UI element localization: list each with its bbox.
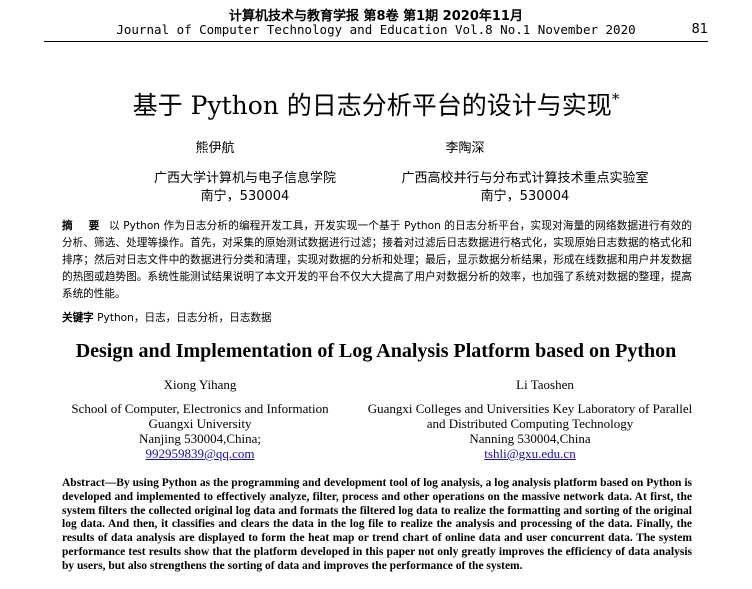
- abstract-cn-text: 以 Python 作为日志分析的编程开发工具，开发实现一个基于 Python 的…: [62, 220, 692, 300]
- keywords-cn-label: 关键字: [62, 312, 94, 324]
- author-en-1-affiliation-line2: Guangxi University: [148, 416, 252, 431]
- author-en-1-email-link[interactable]: 992959839@qq.com: [145, 446, 254, 461]
- author-en-1-affiliation-line1: School of Computer, Electronics and Info…: [71, 401, 329, 416]
- abstract-en: Abstract—By using Python as the programm…: [62, 477, 692, 574]
- author-en-1-email-row: 992959839@qq.com: [40, 446, 360, 462]
- author-cn-1-address: 南宁，530004: [200, 189, 290, 204]
- author-en-2-address: Nanning 530004,China: [469, 431, 591, 446]
- author-cn-1-name: 熊伊航: [195, 141, 235, 156]
- paper-title-cn: 基于 Python 的日志分析平台的设计与实现*: [0, 86, 752, 122]
- author-en-2-name: Li Taoshen: [516, 377, 574, 392]
- title-footnote-mark: *: [611, 90, 620, 108]
- author-en-2-email-link[interactable]: tshli@gxu.edu.cn: [484, 446, 575, 461]
- author-cn-2-affiliation: 广西高校并行与分布式计算技术重点实验室: [401, 171, 649, 186]
- author-en-1-address: Nanjing 530004,China;: [138, 431, 262, 446]
- page-number: 81: [691, 22, 708, 37]
- author-cn-2-name: 李陶深: [445, 141, 485, 156]
- paper-title-en: Design and Implementation of Log Analysi…: [75, 340, 677, 362]
- abstract-cn-label: 摘 要: [62, 220, 106, 232]
- author-en-1-name: Xiong Yihang: [163, 377, 237, 392]
- author-en-2-affiliation-line1: Guangxi Colleges and Universities Key La…: [367, 401, 693, 416]
- author-en-2-affiliation-line2: and Distributed Computing Technology: [426, 416, 634, 431]
- paper-title-cn-text: 基于 Python 的日志分析平台的设计与实现: [132, 91, 612, 120]
- keywords-cn: 关键字 Python，日志，日志分析，日志数据: [62, 310, 272, 325]
- keywords-cn-text: Python，日志，日志分析，日志数据: [97, 312, 272, 324]
- author-cn-2-address: 南宁，530004: [480, 189, 570, 204]
- abstract-en-text: By using Python as the programming and d…: [62, 477, 692, 572]
- author-en-2-email-row: tshli@gxu.edu.cn: [340, 446, 720, 462]
- author-cn-1-affiliation: 广西大学计算机与电子信息学院: [153, 171, 336, 186]
- abstract-en-label: Abstract—: [62, 477, 117, 489]
- journal-header-en: Journal of Computer Technology and Educa…: [116, 22, 636, 37]
- header-rule: [44, 41, 708, 42]
- abstract-cn: 摘 要 以 Python 作为日志分析的编程开发工具，开发实现一个基于 Pyth…: [62, 218, 692, 303]
